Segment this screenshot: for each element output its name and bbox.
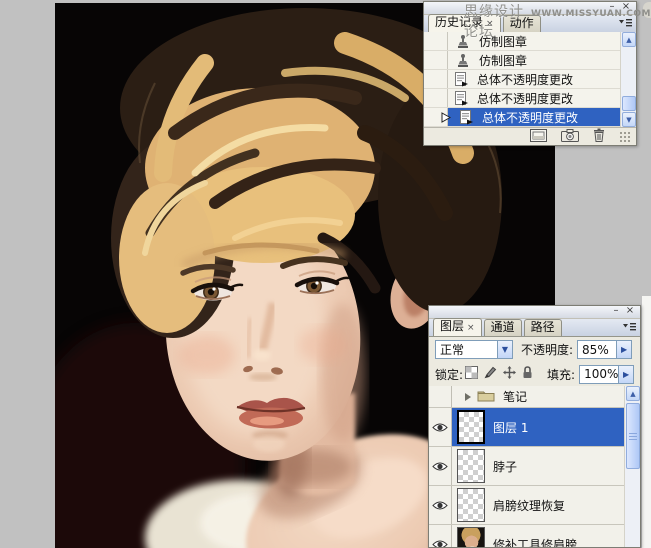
- history-bottom-bar: [424, 127, 636, 145]
- panel-menu-icon[interactable]: [617, 17, 633, 29]
- eye-icon: [432, 500, 448, 511]
- tab-layers[interactable]: 图层×: [433, 318, 482, 336]
- eye-icon: [432, 422, 448, 433]
- scroll-up-icon[interactable]: ▲: [626, 386, 640, 401]
- history-brush-well[interactable]: [424, 70, 448, 88]
- history-row[interactable]: 仿制图章: [424, 32, 620, 51]
- fill-slider-arrow-icon[interactable]: ▶: [619, 365, 634, 384]
- minimize-icon[interactable]: –: [606, 2, 618, 13]
- layer-row[interactable]: 肩膀纹理恢复: [429, 486, 640, 525]
- minimize-icon[interactable]: –: [610, 306, 622, 317]
- visibility-toggle[interactable]: [429, 486, 452, 524]
- layer-name: 修补工具修肩膀: [493, 536, 577, 548]
- history-row[interactable]: 总体不透明度更改: [424, 89, 620, 108]
- lock-label: 锁定:: [435, 366, 463, 383]
- lock-all-padlock-icon[interactable]: [522, 366, 533, 382]
- thumb-grip: [629, 433, 637, 440]
- layer-thumbnail[interactable]: [457, 449, 485, 483]
- history-state-icon: [460, 110, 474, 125]
- history-scrollbar-thumb[interactable]: [622, 96, 636, 111]
- photoshop-workspace: – × 历史记录× 动作 仿制图章 仿制图章: [0, 0, 651, 548]
- layer-row[interactable]: 修补工具修肩膀: [429, 525, 640, 547]
- history-brush-well[interactable]: [424, 51, 448, 69]
- history-item-label: 总体不透明度更改: [482, 109, 578, 126]
- history-scrollbar[interactable]: ▲ ▼: [620, 32, 636, 127]
- scroll-corner: [643, 2, 651, 18]
- tab-actions[interactable]: 动作: [503, 15, 541, 32]
- layers-tabs: 图层× 通道 路径: [429, 319, 640, 337]
- tab-paths[interactable]: 路径: [524, 319, 562, 336]
- history-row[interactable]: 总体不透明度更改: [424, 70, 620, 89]
- visibility-toggle[interactable]: [429, 386, 452, 407]
- panel-menu-icon[interactable]: [621, 321, 637, 333]
- lock-transparency-icon[interactable]: [465, 366, 478, 382]
- opacity-input[interactable]: 85%: [577, 340, 617, 359]
- lock-position-move-icon[interactable]: [503, 366, 516, 382]
- lock-image-brush-icon[interactable]: [484, 366, 497, 382]
- clone-stamp-icon: [455, 53, 471, 68]
- history-item-label: 仿制图章: [479, 52, 527, 69]
- lock-row: 锁定: 填充: 100% ▶: [429, 362, 640, 386]
- current-state-arrow-icon: [441, 112, 451, 126]
- close-icon[interactable]: ×: [624, 306, 636, 317]
- layer-name: 笔记: [503, 388, 527, 405]
- history-state-icon: [455, 91, 469, 106]
- expand-triangle-icon[interactable]: [465, 393, 471, 401]
- new-document-from-state-icon[interactable]: [530, 129, 547, 145]
- layer-group-row[interactable]: 笔记: [429, 386, 640, 408]
- folder-icon: [477, 389, 495, 405]
- tab-channels[interactable]: 通道: [484, 319, 522, 336]
- history-item-label: 仿制图章: [479, 33, 527, 50]
- layer-row[interactable]: 脖子: [429, 447, 640, 486]
- history-tabs: 历史记录× 动作: [424, 15, 636, 33]
- fill-label: 填充:: [547, 366, 575, 383]
- layer-thumbnail[interactable]: [457, 410, 485, 444]
- new-snapshot-camera-icon[interactable]: [561, 129, 579, 145]
- layers-panel: – × 图层× 通道 路径 正常 ▼ 不透明度: 85% ▶ 锁定:: [428, 305, 641, 548]
- tab-history[interactable]: 历史记录×: [428, 14, 501, 32]
- layer-row-selected[interactable]: 图层 1: [429, 408, 640, 447]
- clone-stamp-icon: [455, 34, 471, 49]
- layer-name: 肩膀纹理恢复: [493, 497, 565, 514]
- eye-icon: [432, 539, 448, 548]
- layer-thumbnail[interactable]: [457, 488, 485, 522]
- layer-name: 脖子: [493, 458, 517, 475]
- history-row-selected[interactable]: 总体不透明度更改: [424, 108, 620, 127]
- close-icon[interactable]: ×: [620, 2, 632, 13]
- history-brush-well[interactable]: [424, 32, 448, 50]
- history-row[interactable]: 仿制图章: [424, 51, 620, 70]
- tab-close-icon[interactable]: ×: [467, 323, 475, 333]
- blend-mode-select[interactable]: 正常: [435, 340, 498, 359]
- chevron-down-icon[interactable]: ▼: [498, 340, 513, 359]
- scroll-down-icon[interactable]: ▼: [622, 112, 636, 127]
- visibility-toggle[interactable]: [429, 525, 452, 547]
- layers-list: 笔记 图层 1 脖子: [429, 386, 640, 547]
- layer-name: 图层 1: [493, 419, 528, 436]
- fill-input[interactable]: 100%: [579, 365, 619, 384]
- visibility-toggle[interactable]: [429, 447, 452, 485]
- workspace-right-strip: [642, 296, 651, 548]
- blend-mode-row: 正常 ▼ 不透明度: 85% ▶: [429, 337, 640, 362]
- layers-scrollbar-thumb[interactable]: [626, 403, 640, 469]
- history-item-label: 总体不透明度更改: [477, 90, 573, 107]
- tab-close-icon[interactable]: ×: [486, 19, 494, 29]
- panel-resize-grip[interactable]: [619, 131, 630, 142]
- delete-trash-icon[interactable]: [593, 128, 605, 145]
- scroll-up-icon[interactable]: ▲: [622, 32, 636, 47]
- history-state-icon: [455, 72, 469, 87]
- history-brush-well[interactable]: [424, 89, 448, 107]
- opacity-slider-arrow-icon[interactable]: ▶: [617, 340, 632, 359]
- visibility-toggle[interactable]: [429, 408, 452, 446]
- history-panel: – × 历史记录× 动作 仿制图章 仿制图章: [423, 1, 637, 146]
- eye-icon: [432, 461, 448, 472]
- history-list: 仿制图章 仿制图章 总体不透明度更改 总: [424, 32, 620, 127]
- history-item-label: 总体不透明度更改: [477, 71, 573, 88]
- layers-scrollbar[interactable]: ▲: [624, 386, 640, 547]
- opacity-label: 不透明度:: [521, 341, 573, 358]
- layer-thumbnail[interactable]: [457, 527, 485, 547]
